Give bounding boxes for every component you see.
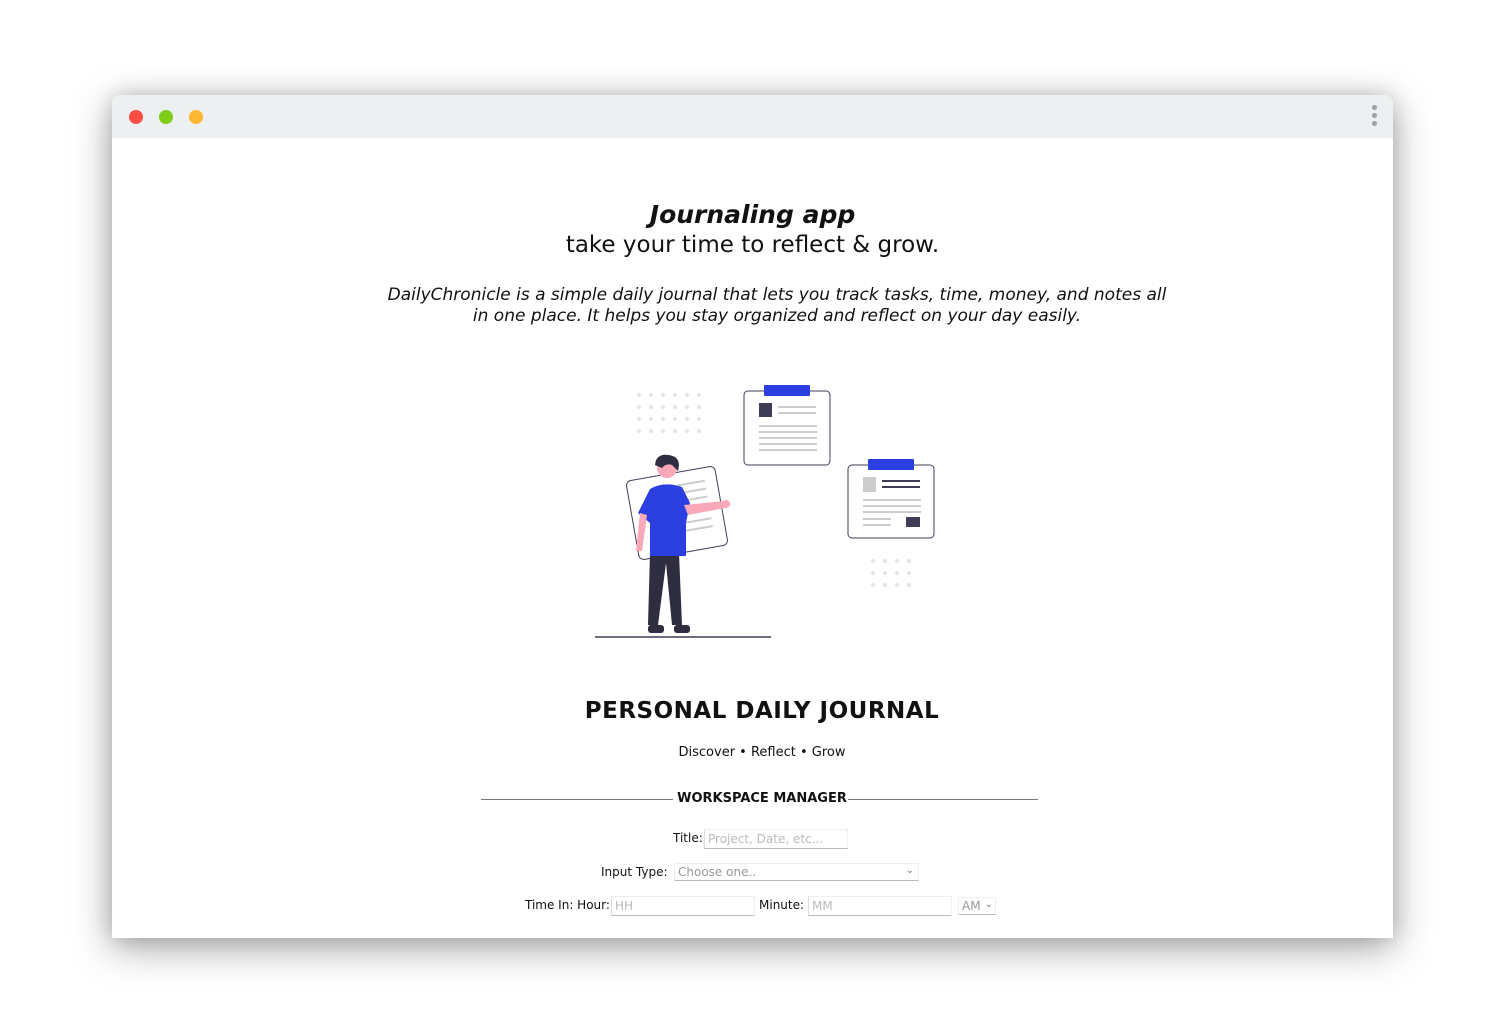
page-content: Journaling app take your time to reflect… — [112, 138, 1393, 938]
chevron-down-icon: ⌄ — [984, 899, 993, 910]
fieldset-divider-right — [848, 799, 1038, 800]
browser-window: Journaling app take your time to reflect… — [112, 95, 1393, 938]
input-type-label: Input Type: — [601, 865, 668, 879]
minute-input[interactable] — [808, 896, 952, 916]
ampm-select[interactable]: AM ⌄ — [958, 897, 996, 915]
input-type-select[interactable]: Choose one.. ⌄ — [674, 863, 919, 881]
maximize-window-button[interactable] — [189, 110, 203, 124]
minimize-window-button[interactable] — [159, 110, 173, 124]
person-with-journal-illustration — [595, 385, 935, 638]
note-card-icon — [743, 385, 831, 466]
hero-description: DailyChronicle is a simple daily journal… — [387, 285, 1167, 326]
time-in-row: Time In: Hour: Minute: AM ⌄ — [112, 896, 1393, 918]
input-type-row: Input Type: Choose one.. ⌄ — [112, 863, 1393, 885]
minute-label: Minute: — [759, 898, 805, 912]
title-row: Title: — [112, 829, 1393, 851]
hero-title: Journaling app — [649, 200, 856, 229]
time-in-hour-label: Time In: Hour: — [525, 898, 610, 912]
note-card-icon-2 — [847, 459, 935, 539]
input-type-selected-value: Choose one.. — [678, 865, 757, 879]
person-figure — [626, 454, 730, 633]
fieldset-divider-left — [481, 799, 673, 800]
journal-tagline: Discover • Reflect • Grow — [678, 745, 846, 760]
close-window-button[interactable] — [129, 110, 143, 124]
workspace-manager-legend: WORKSPACE MANAGER — [677, 791, 847, 806]
chevron-down-icon: ⌄ — [905, 865, 914, 876]
journal-title: PERSONAL DAILY JOURNAL — [584, 698, 940, 724]
hour-input[interactable] — [611, 896, 755, 916]
dot-grid-decoration — [636, 392, 702, 434]
title-label: Title: — [673, 831, 703, 845]
kebab-menu-icon[interactable] — [1372, 105, 1378, 129]
browser-titlebar — [112, 95, 1393, 138]
ampm-selected-value: AM — [962, 899, 981, 913]
hero-subtitle: take your time to reflect & grow. — [565, 232, 940, 258]
dot-grid-decoration-2 — [870, 558, 912, 588]
title-input[interactable] — [704, 829, 848, 849]
